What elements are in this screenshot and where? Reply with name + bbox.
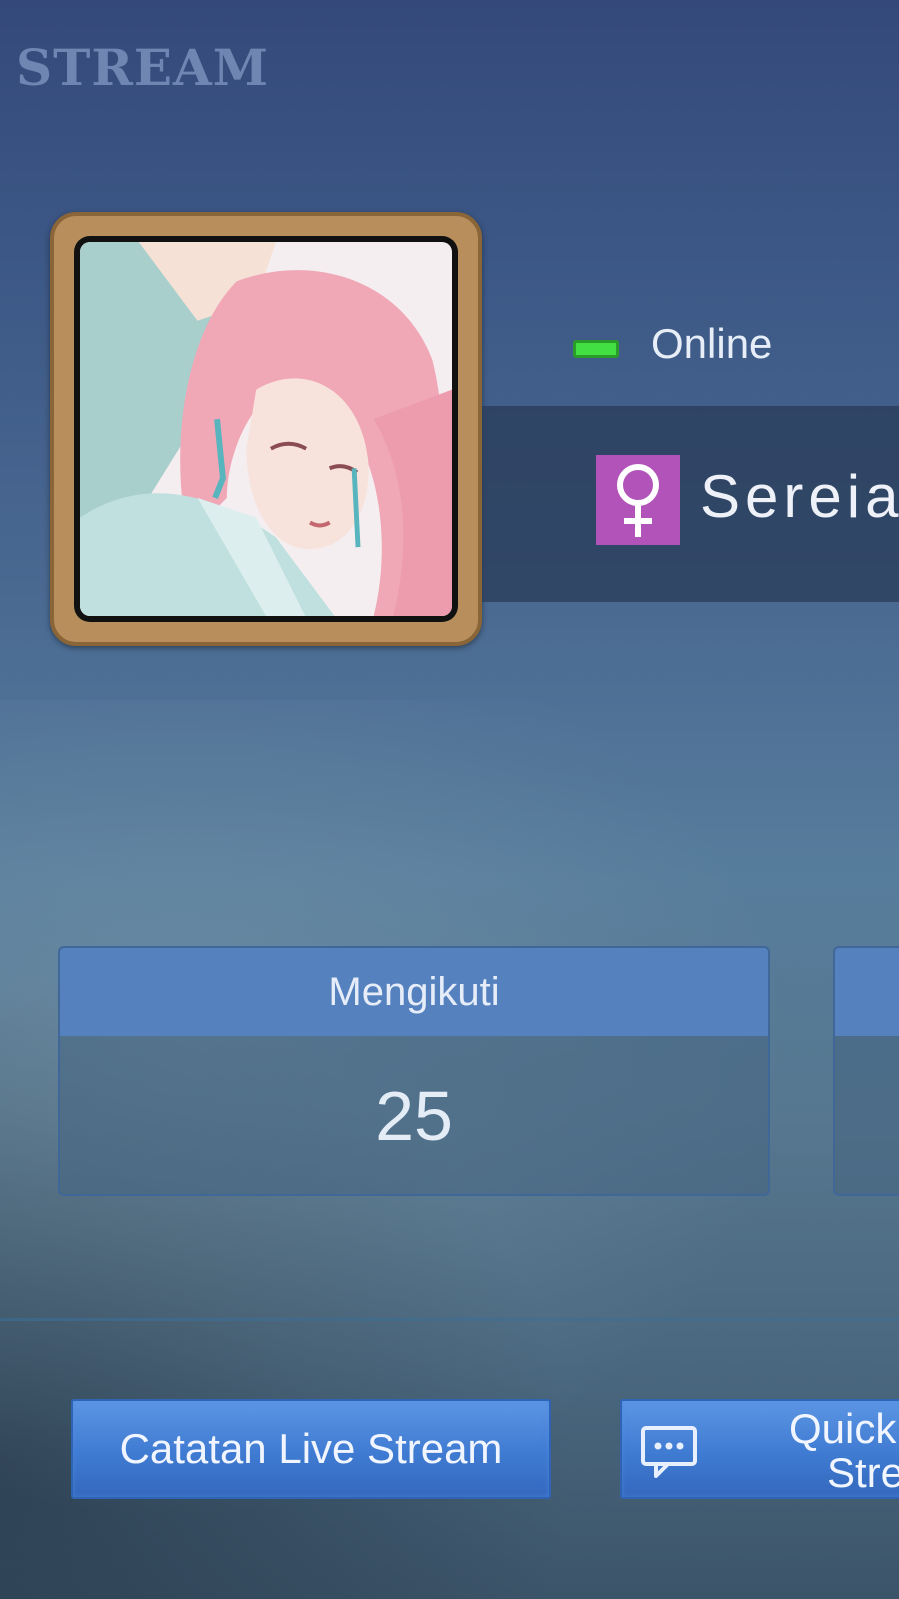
live-stream-log-label: Catatan Live Stream [119, 1425, 503, 1472]
avatar [80, 242, 452, 616]
page-title: STREAM [16, 38, 270, 97]
stat-label: Mengikuti [60, 948, 768, 1036]
quick-stream-button[interactable]: Quick Stre [620, 1399, 899, 1499]
quick-stream-label-line1: Quick [789, 1405, 897, 1452]
online-status-text: Online [651, 320, 773, 367]
stat-card-partial[interactable] [833, 946, 899, 1196]
live-stream-log-button[interactable]: Catatan Live Stream [71, 1399, 551, 1499]
stat-value: 25 [375, 1077, 453, 1155]
avatar-border [74, 236, 458, 622]
avatar-frame[interactable] [50, 212, 482, 646]
player-name: Sereia [700, 463, 899, 530]
stat-card-following[interactable]: Mengikuti 25 [58, 946, 770, 1196]
stat-value-partial [835, 1036, 899, 1194]
online-status-indicator [573, 340, 619, 358]
stat-label-partial [835, 948, 899, 1036]
female-icon [596, 455, 680, 545]
divider [0, 1318, 899, 1321]
quick-stream-label-line2: Stre [827, 1449, 899, 1496]
chat-bubble-icon [640, 1425, 698, 1484]
